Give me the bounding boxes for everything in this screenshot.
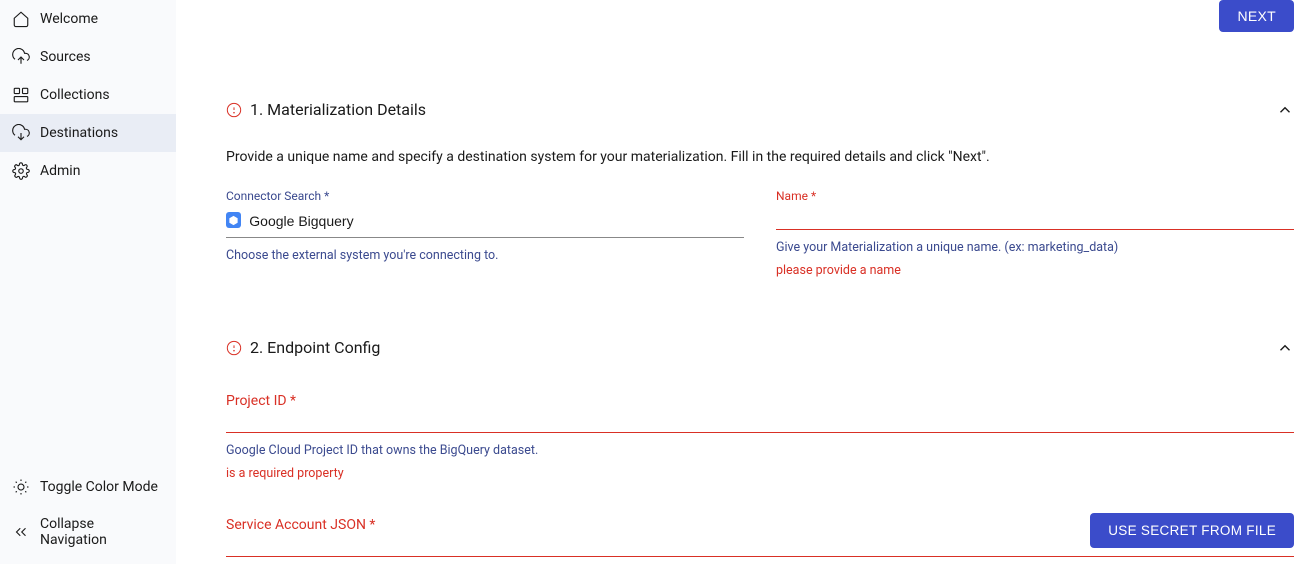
connector-search-label: Connector Search xyxy=(226,189,744,203)
bigquery-icon xyxy=(226,212,241,228)
chevron-up-icon xyxy=(1276,101,1294,119)
alert-icon xyxy=(226,340,242,356)
sidebar: Welcome Sources Collections Destinations… xyxy=(0,0,176,564)
project-id-label: Project ID xyxy=(226,393,1294,409)
sidebar-item-label: Collections xyxy=(40,87,110,103)
toggle-color-mode[interactable]: Toggle Color Mode xyxy=(0,468,176,506)
sidebar-item-label: Welcome xyxy=(40,11,98,27)
collapse-icon xyxy=(12,523,30,541)
project-id-error: is a required property xyxy=(226,466,1294,481)
sidebar-item-collections[interactable]: Collections xyxy=(0,76,176,114)
name-error: please provide a name xyxy=(776,263,1294,278)
chevron-up-icon xyxy=(1276,339,1294,357)
alert-icon xyxy=(226,102,242,118)
section-header-1[interactable]: 1. Materialization Details xyxy=(226,100,1294,119)
section-materialization-details: 1. Materialization Details Provide a uni… xyxy=(226,100,1294,278)
section-title: 1. Materialization Details xyxy=(250,100,426,119)
connector-search-input-wrap[interactable] xyxy=(226,203,744,238)
collapse-navigation[interactable]: Collapse Navigation xyxy=(0,506,176,558)
service-account-field: USE SECRET FROM FILE Service Account JSO… xyxy=(226,517,1294,564)
connector-search-field: Connector Search Choose the external sys… xyxy=(226,189,744,278)
collections-icon xyxy=(12,86,30,104)
section-title: 2. Endpoint Config xyxy=(250,338,380,357)
sidebar-item-label: Sources xyxy=(40,49,91,65)
name-input[interactable] xyxy=(776,203,1294,230)
section-header-2[interactable]: 2. Endpoint Config xyxy=(226,338,1294,357)
home-icon xyxy=(12,10,30,28)
sidebar-item-destinations[interactable]: Destinations xyxy=(0,114,176,152)
name-help: Give your Materialization a unique name.… xyxy=(776,240,1294,255)
section-endpoint-config: 2. Endpoint Config Project ID Google Clo… xyxy=(226,338,1294,564)
sidebar-item-label: Toggle Color Mode xyxy=(40,479,158,495)
gear-icon xyxy=(12,162,30,180)
name-field: Name Give your Materialization a unique … xyxy=(776,189,1294,278)
project-id-help: Google Cloud Project ID that owns the Bi… xyxy=(226,443,1294,458)
connector-search-input[interactable] xyxy=(249,207,744,233)
sidebar-item-admin[interactable]: Admin xyxy=(0,152,176,190)
main-content: NEXT 1. Materialization Details Provide … xyxy=(176,0,1314,564)
connector-help: Choose the external system you're connec… xyxy=(226,248,744,263)
sidebar-item-label: Admin xyxy=(40,163,80,179)
upload-cloud-icon xyxy=(12,48,30,66)
download-cloud-icon xyxy=(12,124,30,142)
next-button[interactable]: NEXT xyxy=(1219,0,1294,32)
sidebar-item-label: Destinations xyxy=(40,125,118,141)
sun-icon xyxy=(12,478,30,496)
name-label: Name xyxy=(776,189,1294,203)
sidebar-item-welcome[interactable]: Welcome xyxy=(0,0,176,38)
project-id-field: Project ID Google Cloud Project ID that … xyxy=(226,393,1294,481)
section-description: Provide a unique name and specify a dest… xyxy=(226,149,1294,165)
project-id-input[interactable] xyxy=(226,409,1294,433)
use-secret-button[interactable]: USE SECRET FROM FILE xyxy=(1090,513,1294,548)
sidebar-item-sources[interactable]: Sources xyxy=(0,38,176,76)
sidebar-item-label: Collapse Navigation xyxy=(40,516,164,548)
